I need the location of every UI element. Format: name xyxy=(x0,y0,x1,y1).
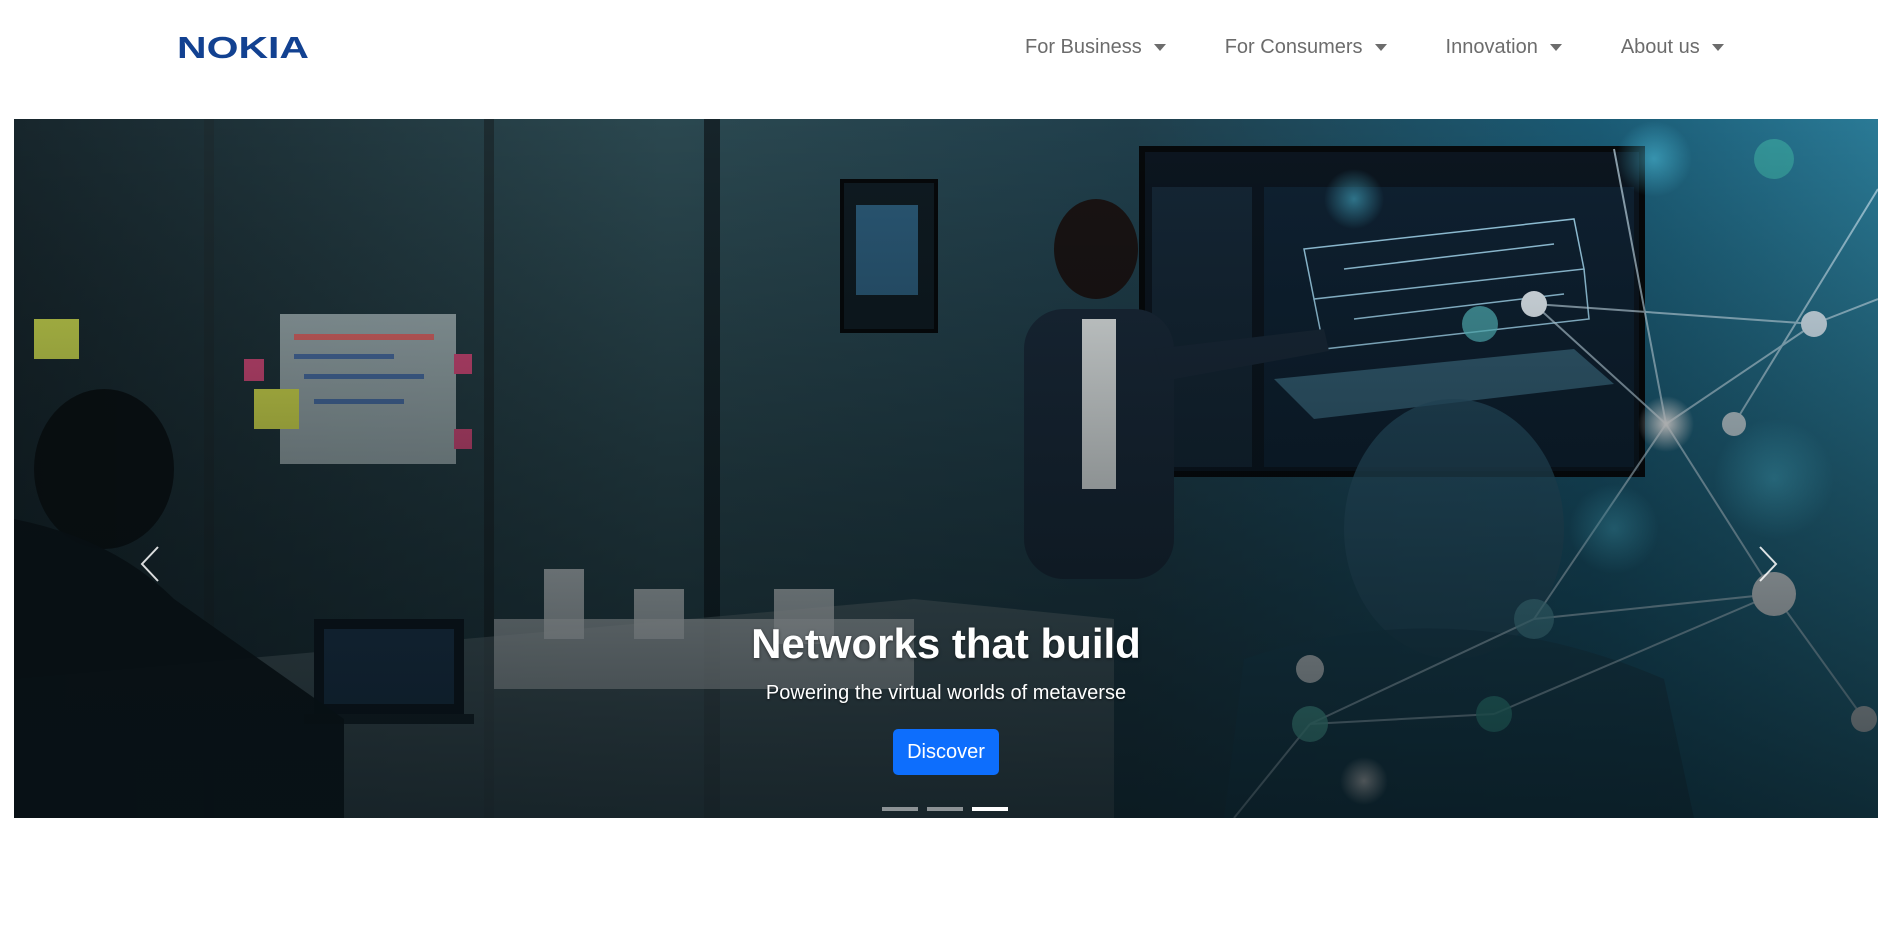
hero-carousel: Networks that build Powering the virtual… xyxy=(14,119,1878,818)
carousel-next-button[interactable] xyxy=(1748,542,1788,586)
carousel-indicators xyxy=(882,807,1017,811)
carousel-prev-button[interactable] xyxy=(130,542,170,586)
top-navbar: NOKIA For Business For Consumers Innovat… xyxy=(0,0,1892,119)
caret-down-icon xyxy=(1549,44,1562,51)
svg-text:NOKIA: NOKIA xyxy=(177,33,309,61)
nav-item-about-us[interactable]: About us xyxy=(1621,36,1724,59)
nav-item-label: About us xyxy=(1620,36,1700,58)
carousel-indicator-3[interactable] xyxy=(972,807,1008,811)
discover-button[interactable]: Discover xyxy=(893,729,999,775)
chevron-right-icon xyxy=(1759,546,1778,582)
caret-down-icon xyxy=(1153,44,1166,51)
chevron-left-icon xyxy=(140,546,159,582)
nokia-logo[interactable]: NOKIA xyxy=(177,33,311,61)
nav-item-label: Innovation xyxy=(1445,36,1538,58)
hero-background-image xyxy=(14,119,1878,818)
nav-item-for-business[interactable]: For Business xyxy=(1025,36,1166,59)
nav-item-innovation[interactable]: Innovation xyxy=(1446,36,1562,59)
nokia-logo-mark: NOKIA xyxy=(177,33,309,61)
caret-down-icon xyxy=(1711,44,1724,51)
carousel-indicator-1[interactable] xyxy=(882,807,918,811)
hero-title: Networks that build xyxy=(751,620,1141,667)
caret-down-icon xyxy=(1374,44,1387,51)
nav-item-label: For Business xyxy=(1025,36,1142,58)
nav-item-label: For Consumers xyxy=(1224,36,1363,58)
nav-item-for-consumers[interactable]: For Consumers xyxy=(1225,36,1387,59)
carousel-indicator-2[interactable] xyxy=(927,807,963,811)
main-nav: For Business For Consumers Innovation Ab… xyxy=(1025,36,1724,59)
hero-subtitle: Powering the virtual worlds of metaverse xyxy=(765,682,1127,704)
